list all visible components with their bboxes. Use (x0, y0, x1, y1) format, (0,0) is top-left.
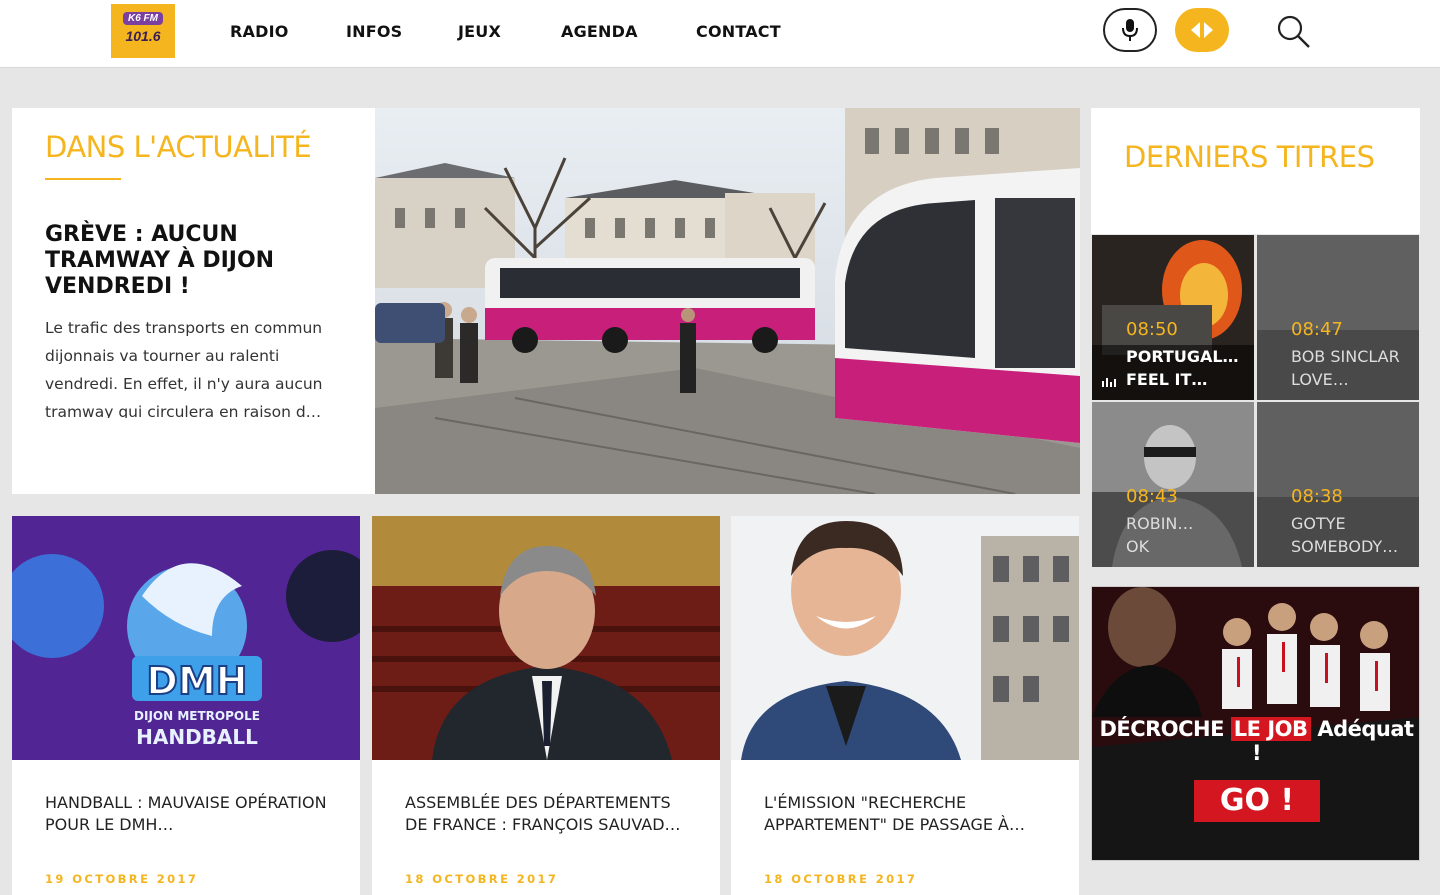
track-title: SOMEBODY… (1291, 537, 1399, 556)
track-title: OK (1126, 537, 1150, 556)
article-title[interactable]: ASSEMBLÉE DES DÉPARTEMENTS DE FRANCE : F… (405, 792, 695, 836)
article-card-handball[interactable]: DMH DIJON METROPOLE HANDBALL HANDBALL : … (12, 516, 360, 895)
job-ad-banner[interactable]: DÉCROCHE LE JOB Adéquat ! GO ! (1091, 586, 1420, 861)
microphone-button[interactable] (1103, 8, 1157, 52)
article-image-emission (731, 516, 1079, 760)
logo-frequency: 101.6 (125, 28, 161, 44)
featured-summary: Le trafic des transports en commun dijon… (45, 319, 323, 418)
article-title[interactable]: HANDBALL : MAUVAISE OPÉRATION POUR LE DM… (45, 792, 335, 836)
logo-station-name: K6 FM (123, 12, 163, 25)
track-artist: PORTUGAL… (1126, 347, 1239, 366)
section-title-underline (45, 178, 121, 180)
featured-headline[interactable]: GRÈVE : AUCUN TRAMWAY À DIJON VENDREDI ! (45, 222, 345, 300)
article-image-assemblee (372, 516, 720, 760)
article-date: 19 OCTOBRE 2017 (45, 872, 199, 886)
track-title: FEEL IT… (1126, 370, 1208, 389)
ad-headline: DÉCROCHE LE JOB Adéquat ! (1092, 717, 1419, 765)
featured-text-panel: DANS L'ACTUALITÉ GRÈVE : AUCUN TRAMWAY À… (12, 108, 375, 494)
recent-tracks-header: DERNIERS TITRES (1091, 108, 1420, 234)
nav-jeux[interactable]: JEUX (458, 22, 501, 41)
track-time: 08:38 (1291, 486, 1343, 507)
track-time: 08:47 (1291, 319, 1343, 340)
ad-go-button[interactable]: GO ! (1194, 780, 1320, 822)
nav-agenda[interactable]: AGENDA (561, 22, 638, 41)
now-playing-icon (1102, 378, 1116, 387)
recent-tracks-grid: 08:50 PORTUGAL… FEEL IT… 08:47 BOB SINCL… (1091, 234, 1420, 567)
track-tile[interactable]: 08:38 GOTYE SOMEBODY… (1257, 402, 1419, 567)
track-artist: ROBIN… (1126, 514, 1194, 533)
nav-radio[interactable]: RADIO (230, 22, 289, 41)
section-title-derniers-titres: DERNIERS TITRES (1124, 140, 1375, 174)
track-time: 08:50 (1126, 319, 1178, 340)
dmh-logo-text: DMH (146, 659, 247, 703)
ad-text-le-job: LE JOB (1230, 717, 1311, 741)
track-time: 08:43 (1126, 486, 1178, 507)
article-title[interactable]: L'ÉMISSION "RECHERCHE APPARTEMENT" DE PA… (764, 792, 1054, 836)
track-tile[interactable]: 08:47 BOB SINCLAR LOVE… (1257, 235, 1419, 400)
play-pause-button[interactable] (1175, 8, 1229, 52)
tram-photo (375, 108, 1080, 494)
article-image-handball: DMH DIJON METROPOLE HANDBALL (12, 516, 360, 760)
nav-infos[interactable]: INFOS (346, 22, 402, 41)
article-card-recherche-appartement[interactable]: L'ÉMISSION "RECHERCHE APPARTEMENT" DE PA… (731, 516, 1079, 895)
article-card-assemblee[interactable]: ASSEMBLÉE DES DÉPARTEMENTS DE FRANCE : F… (372, 516, 720, 895)
nav-contact[interactable]: CONTACT (696, 22, 781, 41)
play-pause-icon (1191, 22, 1213, 38)
dmh-logo-subtitle: DIJON METROPOLE (134, 709, 260, 723)
search-icon (1277, 15, 1310, 48)
featured-image-tram[interactable] (375, 108, 1080, 494)
track-title: LOVE… (1291, 370, 1349, 389)
article-date: 18 OCTOBRE 2017 (764, 872, 918, 886)
site-logo[interactable]: K6 FM 101.6 (111, 4, 175, 58)
track-artist: GOTYE (1291, 514, 1346, 533)
section-title-actualite: DANS L'ACTUALITÉ (45, 130, 312, 164)
article-date: 18 OCTOBRE 2017 (405, 872, 559, 886)
dmh-logo-handball: HANDBALL (136, 725, 258, 749)
site-header: K6 FM 101.6 RADIO INFOS JEUX AGENDA CONT… (0, 0, 1440, 68)
featured-article[interactable]: DANS L'ACTUALITÉ GRÈVE : AUCUN TRAMWAY À… (12, 108, 1080, 494)
search-button[interactable] (1274, 12, 1314, 52)
track-artist: BOB SINCLAR (1291, 347, 1400, 366)
microphone-icon (1122, 19, 1138, 41)
track-tile[interactable]: 08:50 PORTUGAL… FEEL IT… (1092, 235, 1254, 400)
track-tile[interactable]: 08:43 ROBIN… OK (1092, 402, 1254, 567)
ad-text-decroche: DÉCROCHE (1099, 717, 1224, 741)
